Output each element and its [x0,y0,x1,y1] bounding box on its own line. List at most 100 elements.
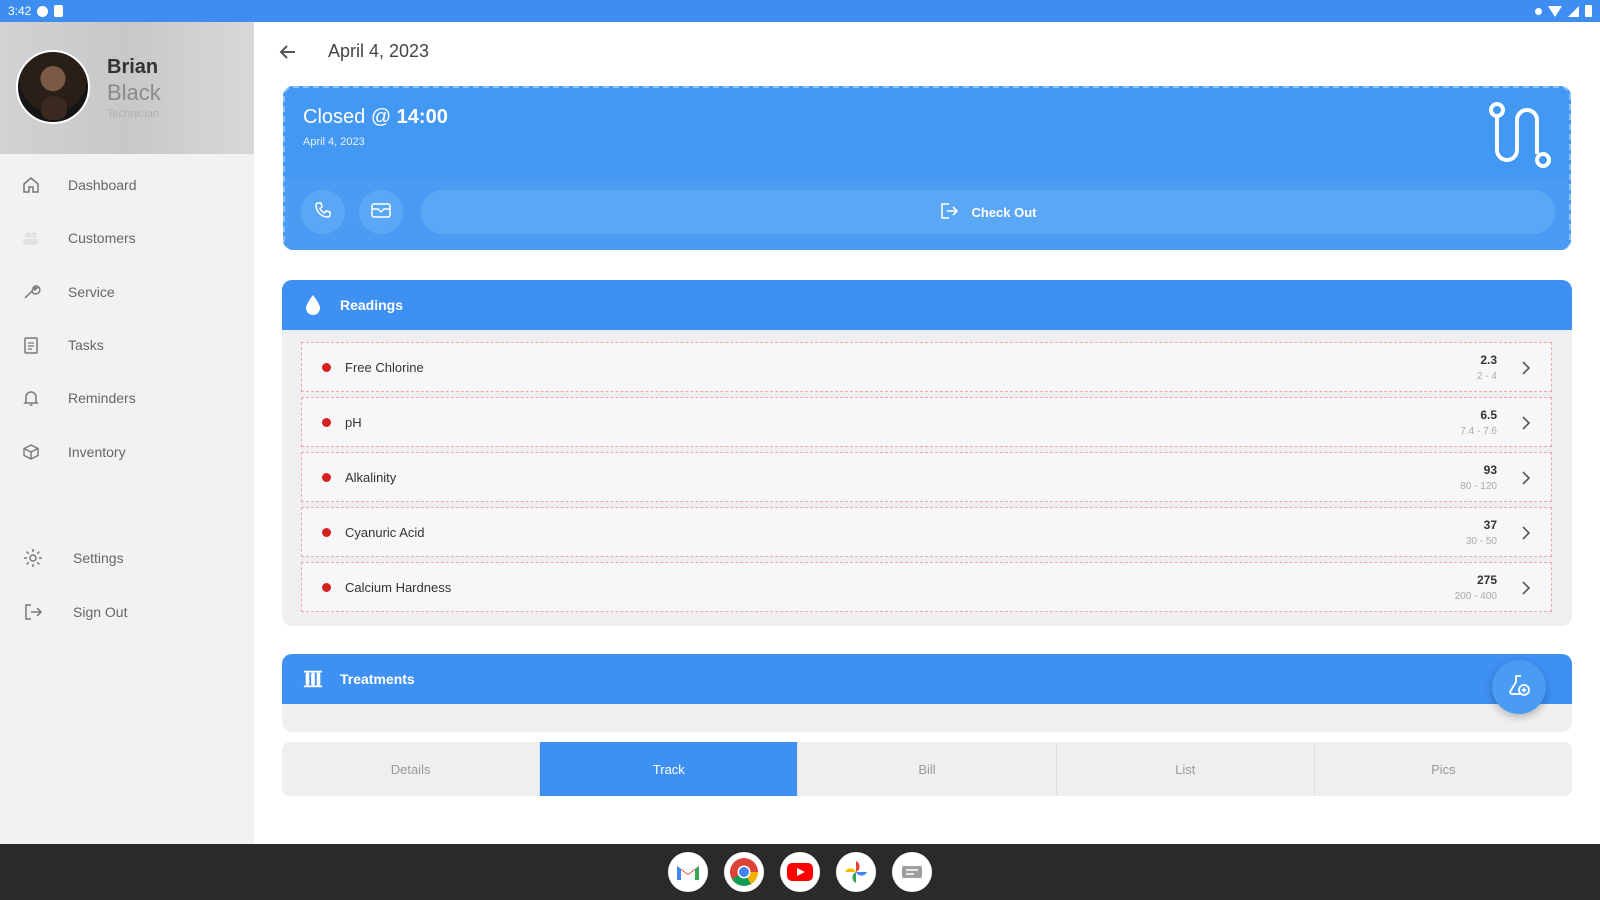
sim-icon [54,5,64,17]
reading-value: 275 [1476,573,1497,587]
reading-label: pH [345,414,362,430]
reading-value: 2.3 [1480,353,1497,367]
sidebar: Brian Black Technician Dashboard Custome… [0,22,254,844]
reading-row-alkalinity[interactable]: Alkalinity 93 80 - 120 [301,452,1552,502]
tab-track[interactable]: Track [540,742,799,796]
add-treatment-button[interactable] [1492,660,1546,714]
reading-range: 80 - 120 [1460,481,1497,492]
message-button[interactable] [359,190,403,234]
chevron-right-icon [1519,414,1533,432]
flask-add-icon [1506,672,1532,703]
sidebar-item-sign-out[interactable]: Sign Out [0,592,254,632]
reading-value: 6.5 [1480,408,1497,422]
battery-icon [1585,5,1592,17]
treatments-card: Treatments [282,654,1572,732]
wifi-icon [1548,5,1562,17]
closed-prefix: Closed @ [303,106,397,128]
bell-icon [20,387,42,409]
treatments-header: Treatments [282,654,1572,704]
box-icon [20,441,42,463]
sidebar-item-label: Sign Out [73,604,128,620]
chrome-icon[interactable] [724,852,764,892]
sign-out-icon [22,601,44,623]
sync-icon [37,5,49,17]
sidebar-item-label: Customers [68,230,136,246]
reading-range: 200 - 400 [1454,591,1497,602]
gmail-icon[interactable] [668,852,708,892]
closed-status: Closed @ 14:00 [303,106,448,129]
reading-range: 2 - 4 [1476,371,1497,382]
closed-time: 14:00 [396,106,448,128]
test-tubes-icon [302,668,324,690]
wrench-icon [20,281,42,303]
chevron-right-icon [1519,469,1533,487]
sidebar-item-label: Inventory [68,444,126,460]
chevron-right-icon [1519,524,1533,542]
visit-status-card: Closed @ 14:00 April 4, 2023 Check Out [283,86,1571,250]
check-out-label: Check Out [971,204,1037,220]
location-icon [1535,7,1542,15]
visit-actions: Check Out [285,178,1569,250]
top-bar: April 4, 2023 [254,22,1600,82]
profile-last-name: Black [107,80,161,105]
photos-icon[interactable] [836,852,876,892]
status-bar: 3:42 [0,0,1600,22]
reading-row-ph[interactable]: pH 6.5 7.4 - 7.6 [301,397,1552,447]
alert-dot [322,527,331,537]
visit-status-header: Closed @ 14:00 April 4, 2023 [285,88,1569,178]
phone-icon [313,200,333,225]
tab-pics[interactable]: Pics [1315,742,1572,796]
reading-value: 93 [1483,463,1497,477]
alert-dot [322,582,331,592]
app-dock [0,844,1600,900]
readings-title: Readings [340,297,404,313]
sidebar-item-inventory[interactable]: Inventory [0,432,254,472]
reading-row-cyanuric-acid[interactable]: Cyanuric Acid 37 30 - 50 [301,507,1552,557]
call-button[interactable] [301,190,345,234]
sidebar-item-dashboard[interactable]: Dashboard [0,165,254,205]
bottom-tabs: Details Track Bill List Pics [282,742,1572,796]
visit-date: April 4, 2023 [303,136,365,148]
check-out-icon [939,201,959,224]
sidebar-item-label: Dashboard [68,177,137,193]
water-drop-icon [302,294,324,316]
tab-bill[interactable]: Bill [798,742,1057,796]
clipboard-icon [20,334,42,356]
profile-first-name: Brian [107,56,159,78]
profile-role: Technician [107,108,159,120]
people-icon [20,227,42,249]
check-out-button[interactable]: Check Out [421,190,1555,234]
alert-dot [322,362,331,372]
sidebar-item-reminders[interactable]: Reminders [0,378,254,418]
reading-label: Cyanuric Acid [345,524,425,540]
home-icon [20,174,42,196]
sidebar-item-label: Reminders [68,390,136,406]
treatments-title: Treatments [340,671,415,687]
tab-list[interactable]: List [1057,742,1315,796]
alert-dot [322,472,331,482]
youtube-icon[interactable] [780,852,820,892]
mail-icon [370,200,392,225]
sidebar-item-settings[interactable]: Settings [0,538,254,578]
chevron-right-icon [1519,359,1533,377]
tab-details[interactable]: Details [282,742,541,796]
reading-row-free-chlorine[interactable]: Free Chlorine 2.3 2 - 4 [301,342,1552,392]
signal-icon [1568,5,1579,17]
reading-label: Calcium Hardness [345,579,452,595]
reading-label: Alkalinity [345,469,397,485]
readings-header: Readings [282,280,1572,330]
gear-icon [22,547,44,569]
sidebar-item-label: Settings [73,550,124,566]
avatar[interactable] [16,50,90,124]
reading-label: Free Chlorine [345,359,424,375]
sidebar-item-tasks[interactable]: Tasks [0,325,254,365]
reading-value: 37 [1483,518,1497,532]
alert-dot [322,417,331,427]
sidebar-item-customers[interactable]: Customers [0,218,254,258]
messages-icon[interactable] [892,852,932,892]
route-icon [1485,100,1555,170]
back-arrow-icon[interactable] [276,40,300,64]
profile-header[interactable]: Brian Black Technician [0,22,254,154]
sidebar-item-service[interactable]: Service [0,272,254,312]
reading-row-calcium-hardness[interactable]: Calcium Hardness 275 200 - 400 [301,562,1552,612]
